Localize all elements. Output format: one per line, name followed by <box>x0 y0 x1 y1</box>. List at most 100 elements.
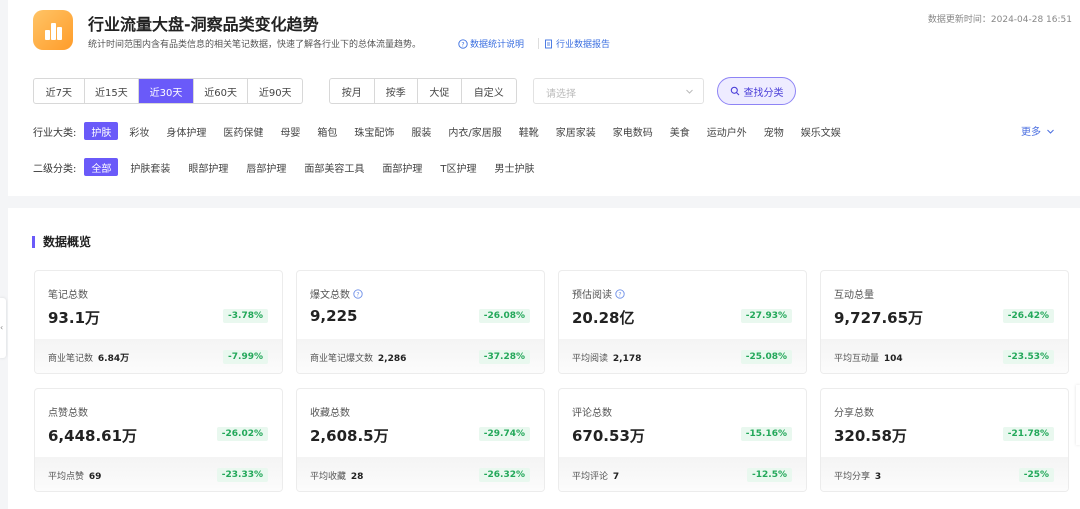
metric-card-reads[interactable]: 预估阅读? 20.28亿 -27.93% 平均阅读 2,178 -25.08% <box>558 270 807 374</box>
metric-sub-label: 平均点赞 <box>48 472 85 482</box>
range-tab-7d[interactable]: 近7天 <box>34 79 85 103</box>
industry-report-link[interactable]: 行业数据报告 <box>544 37 610 50</box>
metric-sub-value: 104 <box>883 354 903 364</box>
metric-title-text: 分享总数 <box>834 408 874 419</box>
metric-sub-change-badge: -7.99% <box>223 350 268 364</box>
category-item[interactable]: 医药保健 <box>217 122 269 140</box>
subcategory-item[interactable]: 面部美容工具 <box>298 158 370 176</box>
metric-card-collects[interactable]: 收藏总数 2,608.5万 -29.74% 平均收藏 28 -26.32% <box>296 388 545 492</box>
metric-card-hits[interactable]: 爆文总数? 9,225 -26.08% 商业笔记爆文数 2,286 -37.28… <box>296 270 545 374</box>
metric-sub-change-badge: -23.33% <box>216 468 268 482</box>
metric-sub-value: 2,178 <box>612 354 642 364</box>
more-categories-button[interactable]: 更多 <box>1021 123 1055 138</box>
metric-sub-change-badge: -25% <box>1018 468 1054 482</box>
metric-value: 320.58万 <box>834 427 907 445</box>
category-item[interactable]: 内衣/家居服 <box>442 122 507 140</box>
metric-footer: 平均评论 7 -12.5% <box>559 457 806 491</box>
search-icon <box>730 86 739 96</box>
metric-footer: 商业笔记爆文数 2,286 -37.28% <box>297 339 544 373</box>
metric-change-badge: -26.08% <box>478 309 530 323</box>
metric-card-comments[interactable]: 评论总数 670.53万 -15.16% 平均评论 7 -12.5% <box>558 388 807 492</box>
category-item[interactable]: 家电数码 <box>607 122 659 140</box>
metric-value: 20.28亿 <box>572 309 635 327</box>
metric-title: 分享总数 <box>834 404 874 419</box>
subcategory-item[interactable]: 面部护理 <box>376 158 428 176</box>
scroll-left-handle[interactable]: ‹ <box>0 298 6 358</box>
range-tab-30d[interactable]: 近30天 <box>139 79 194 103</box>
range-tab-90d[interactable]: 近90天 <box>248 79 302 103</box>
metric-sub-label: 平均互动量 <box>834 354 880 364</box>
range-tab-15d[interactable]: 近15天 <box>85 79 140 103</box>
category-item[interactable]: 箱包 <box>311 122 343 140</box>
metric-sub: 平均分享 3 <box>834 469 881 482</box>
subcategory-item[interactable]: 全部 <box>84 158 119 176</box>
category-item[interactable]: 娱乐文娱 <box>795 122 847 140</box>
metric-sub: 商业笔记爆文数 2,286 <box>310 351 406 364</box>
metric-footer: 平均收藏 28 -26.32% <box>297 457 544 491</box>
category-item[interactable]: 运动户外 <box>701 122 753 140</box>
category-item[interactable]: 珠宝配饰 <box>348 122 400 140</box>
find-category-button[interactable]: 查找分类 <box>717 77 796 105</box>
metric-title: 收藏总数 <box>310 404 350 419</box>
metric-footer: 平均点赞 69 -23.33% <box>35 457 282 491</box>
page-description: 统计时间范围内含有品类信息的相关笔记数据，快速了解各行业下的总体流量趋势。 <box>88 40 422 50</box>
metric-footer: 平均互动量 104 -23.53% <box>821 339 1068 373</box>
subcategory-item[interactable]: 男士护肤 <box>488 158 540 176</box>
period-tab-custom[interactable]: 自定义 <box>462 79 516 103</box>
category-item[interactable]: 身体护理 <box>160 122 212 140</box>
subcategory-item[interactable]: 唇部护理 <box>240 158 292 176</box>
document-icon <box>545 39 552 49</box>
overview-title: 数据概览 <box>32 236 91 248</box>
range-tab-60d[interactable]: 近60天 <box>194 79 249 103</box>
metric-change-badge: -29.74% <box>478 427 530 441</box>
metric-change-badge: -21.78% <box>1002 427 1054 441</box>
category-label: 行业大类: <box>33 127 77 139</box>
metric-sub-label: 商业笔记爆文数 <box>310 354 374 364</box>
subcategory-item[interactable]: 眼部护理 <box>182 158 234 176</box>
metric-change-badge: -3.78% <box>223 309 268 323</box>
chevron-down-icon <box>1047 129 1055 134</box>
category-item[interactable]: 护肤 <box>84 122 119 140</box>
scroll-right-handle[interactable] <box>1076 385 1080 445</box>
subcategory-item[interactable]: 护肤套装 <box>124 158 176 176</box>
category-item[interactable]: 母婴 <box>274 122 306 140</box>
link-divider <box>538 38 539 49</box>
metric-change-badge: -27.93% <box>740 309 792 323</box>
category-item[interactable]: 彩妆 <box>123 122 155 140</box>
metric-change-badge: -26.02% <box>216 427 268 441</box>
subcategory-item[interactable]: T区护理 <box>434 158 482 176</box>
category-item[interactable]: 宠物 <box>758 122 790 140</box>
category-item[interactable]: 美食 <box>664 122 696 140</box>
metric-title-text: 评论总数 <box>572 408 612 419</box>
category-item[interactable]: 鞋靴 <box>513 122 545 140</box>
period-tab-promo[interactable]: 大促 <box>418 79 462 103</box>
metric-sub-value: 7 <box>612 472 620 482</box>
bar-chart-icon <box>33 10 73 50</box>
metric-sub: 平均收藏 28 <box>310 469 363 482</box>
category-item[interactable]: 服装 <box>405 122 437 140</box>
find-category-label: 查找分类 <box>743 87 784 99</box>
question-circle-icon[interactable]: ? <box>353 289 363 299</box>
page-title: 行业流量大盘-洞察品类变化趋势 <box>88 15 319 34</box>
metric-title: 爆文总数? <box>310 286 363 301</box>
metric-card-interactions[interactable]: 互动总量 9,727.65万 -26.42% 平均互动量 104 -23.53% <box>820 270 1069 374</box>
category-item[interactable]: 家居家装 <box>550 122 602 140</box>
metric-sub-label: 平均阅读 <box>572 354 609 364</box>
metric-card-likes[interactable]: 点赞总数 6,448.61万 -26.02% 平均点赞 69 -23.33% <box>34 388 283 492</box>
metric-card-notes[interactable]: 笔记总数 93.1万 -3.78% 商业笔记数 6.84万 -7.99% <box>34 270 283 374</box>
metric-value: 93.1万 <box>48 309 101 327</box>
question-circle-icon: ? <box>458 39 468 49</box>
metric-value: 670.53万 <box>572 427 645 445</box>
metric-sub-value: 3 <box>874 472 882 482</box>
period-select[interactable]: 请选择 <box>533 78 704 104</box>
metric-sub-change-badge: -12.5% <box>747 468 792 482</box>
metric-footer: 商业笔记数 6.84万 -7.99% <box>35 339 282 373</box>
question-circle-icon[interactable]: ? <box>615 289 625 299</box>
metric-sub: 平均评论 7 <box>572 469 619 482</box>
metric-change-badge: -15.16% <box>740 427 792 441</box>
metric-card-shares[interactable]: 分享总数 320.58万 -21.78% 平均分享 3 -25% <box>820 388 1069 492</box>
metric-sub-change-badge: -37.28% <box>478 350 530 364</box>
period-tab-quarter[interactable]: 按季 <box>375 79 419 103</box>
period-tab-month[interactable]: 按月 <box>330 79 375 103</box>
stats-explanation-link[interactable]: ? 数据统计说明 <box>458 37 524 50</box>
